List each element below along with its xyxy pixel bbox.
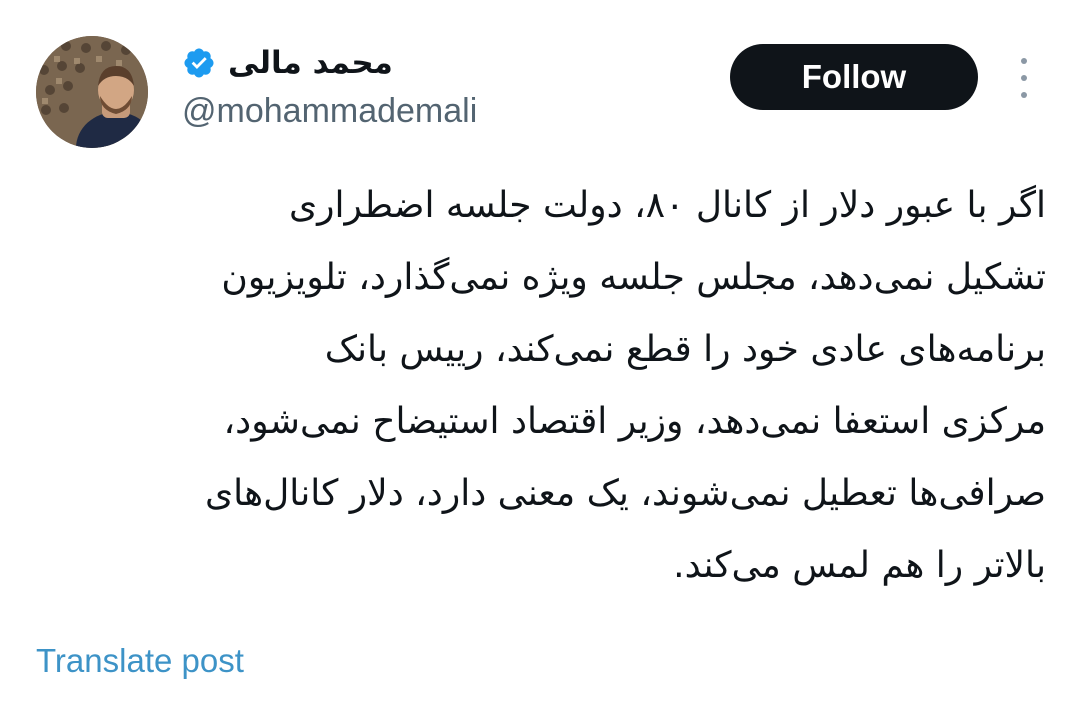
tweet-line: تشکیل نمی‌دهد، مجلس جلسه ویژه نمی‌گذارد،… (221, 257, 1046, 298)
tweet-text: اگر با عبور دلار از کانال ۸۰، دولت جلسه … (36, 170, 1046, 602)
tweet-line: صرافی‌ها تعطیل نمی‌شوند، یک معنی دارد، د… (204, 473, 1046, 514)
follow-button[interactable]: Follow (730, 44, 978, 110)
author-display-name[interactable]: محمد مالی (228, 45, 393, 81)
more-dot (1021, 58, 1027, 64)
translate-post-link[interactable]: Translate post (36, 642, 244, 680)
more-dot (1021, 92, 1027, 98)
tweet-line: برنامه‌های عادی خود را قطع نمی‌کند، رییس… (324, 329, 1046, 370)
author-handle[interactable]: @mohammademali (182, 92, 477, 131)
tweet-line: بالاتر را هم لمس می‌کند. (673, 545, 1046, 586)
more-vertical-icon[interactable] (1010, 58, 1038, 98)
more-dot (1021, 75, 1027, 81)
verified-badge-icon (182, 46, 216, 80)
avatar[interactable] (36, 36, 148, 148)
author-name-row: محمد مالی (182, 38, 393, 88)
tweet-line: مرکزی استعفا نمی‌دهد، وزیر اقتصاد استیضا… (223, 401, 1046, 442)
tweet-line: اگر با عبور دلار از کانال ۸۰، دولت جلسه … (288, 185, 1046, 226)
profile-photo (36, 36, 148, 148)
